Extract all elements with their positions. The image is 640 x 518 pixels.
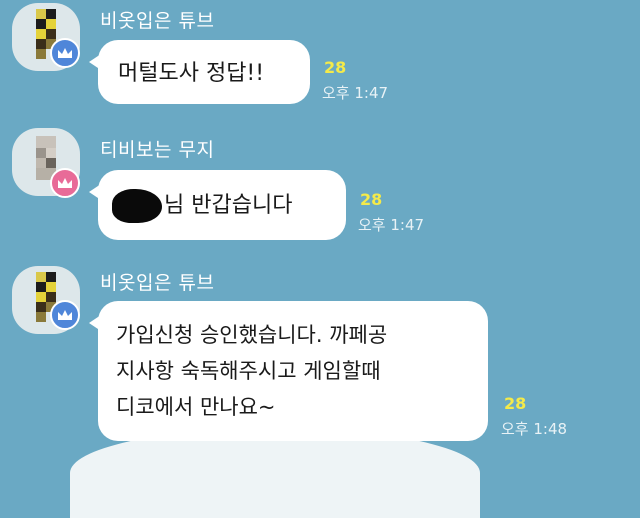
crown-icon — [58, 178, 72, 188]
crown-badge — [50, 38, 80, 68]
crown-badge — [50, 300, 80, 330]
background-illustration — [70, 428, 480, 518]
crown-icon — [58, 310, 72, 320]
bubble-tail — [89, 315, 101, 331]
bubble-tail — [89, 54, 101, 70]
message-text: 님 반갑습니다 — [164, 193, 293, 218]
sender-name: 비옷입은 튜브 — [100, 10, 215, 32]
message-time: 오후 1:47 — [358, 216, 425, 234]
crown-badge — [50, 168, 80, 198]
message-bubble[interactable]: 님 반갑습니다 — [89, 170, 346, 240]
sender-name: 티비보는 무지 — [100, 139, 215, 161]
crown-icon — [58, 48, 72, 58]
sender-name: 비옷입은 튜브 — [100, 272, 215, 294]
unread-count: 28 — [324, 58, 347, 77]
unread-count: 28 — [360, 190, 383, 209]
message-text: 머털도사 정답!! — [118, 61, 265, 86]
message-bubble[interactable]: 머털도사 정답!! — [89, 40, 310, 104]
message-line: 지사항 숙독해주시고 게임할때 — [116, 359, 381, 383]
message-line: 디코에서 만나요~ — [116, 395, 276, 419]
redacted-name — [112, 189, 162, 223]
bubble-tail — [89, 184, 101, 200]
message-bubble[interactable]: 가입신청 승인했습니다. 까페공 지사항 숙독해주시고 게임할때 디코에서 만나… — [89, 301, 488, 441]
message-line: 가입신청 승인했습니다. 까페공 — [116, 323, 388, 347]
unread-count: 28 — [504, 394, 527, 413]
message-time: 오후 1:48 — [501, 420, 568, 438]
message-time: 오후 1:47 — [322, 84, 389, 102]
